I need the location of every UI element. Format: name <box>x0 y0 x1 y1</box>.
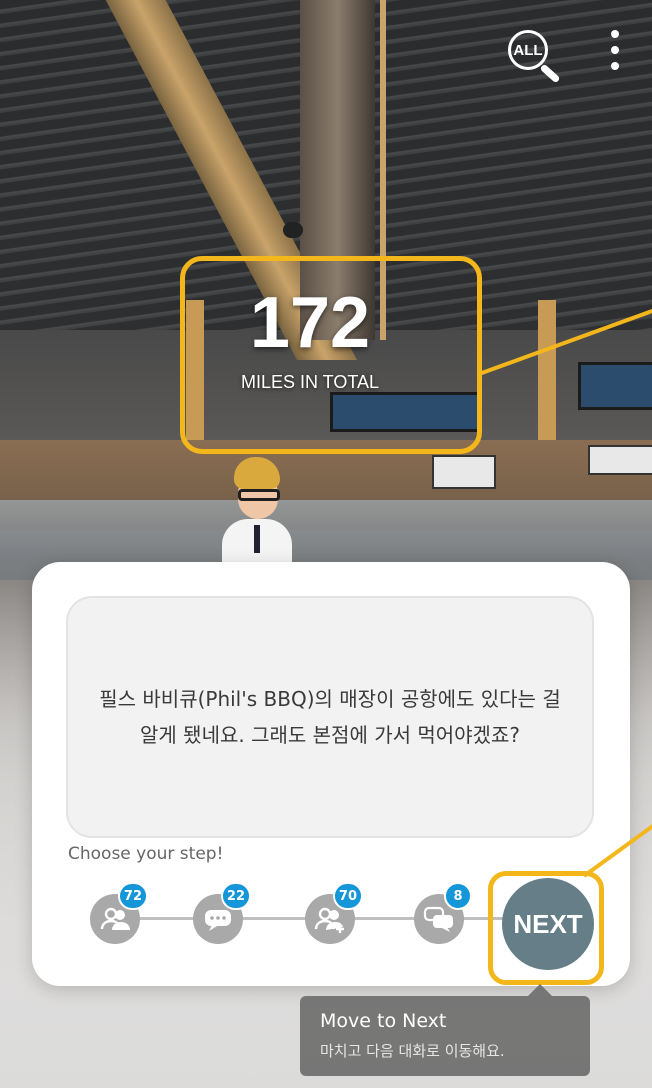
tooltip-subtitle: 마치고 다음 대화로 이동해요. <box>320 1042 505 1060</box>
menu-dot <box>611 30 619 38</box>
miles-total: 172 <box>249 283 371 363</box>
tooltip-title: Move to Next <box>320 1010 447 1032</box>
message-bubble: 필스 바비큐(Phil's BBQ)의 매장이 공항에도 있다는 걸 알게 됐네… <box>66 596 594 838</box>
search-all-label: ALL <box>513 41 543 59</box>
avatar-tie <box>254 525 260 553</box>
message-text: 필스 바비큐(Phil's BBQ)의 매장이 공항에도 있다는 걸 알게 됐네… <box>99 687 561 747</box>
airline-display <box>578 362 652 410</box>
step-add-people-button[interactable]: 70 <box>305 882 363 944</box>
miles-label: MILES IN TOTAL <box>240 372 380 392</box>
step-count-badge: 72 <box>117 882 148 910</box>
menu-dot <box>611 46 619 54</box>
step-count-badge: 70 <box>332 882 363 910</box>
airline-sign <box>432 455 496 489</box>
choose-step-label: Choose your step! <box>68 844 224 864</box>
step-count-badge: 22 <box>220 882 251 910</box>
guide-avatar <box>212 455 302 569</box>
avatar-glasses <box>238 489 280 501</box>
step-count-badge: 8 <box>444 882 472 910</box>
search-all-icon[interactable]: ALL <box>508 30 548 70</box>
next-tooltip: Move to Next 마치고 다음 대화로 이동해요. <box>300 984 590 1076</box>
step-people-button[interactable]: 72 <box>90 882 148 944</box>
airline-sign <box>588 445 652 475</box>
step-speech-button[interactable]: 8 <box>414 882 472 944</box>
avatar-hair <box>234 457 280 489</box>
security-camera <box>283 222 303 238</box>
more-vertical-icon[interactable] <box>608 30 622 70</box>
step-chat-button[interactable]: 22 <box>193 882 251 944</box>
menu-dot <box>611 62 619 70</box>
next-button[interactable]: NEXT <box>502 878 594 970</box>
pillar <box>538 300 556 450</box>
